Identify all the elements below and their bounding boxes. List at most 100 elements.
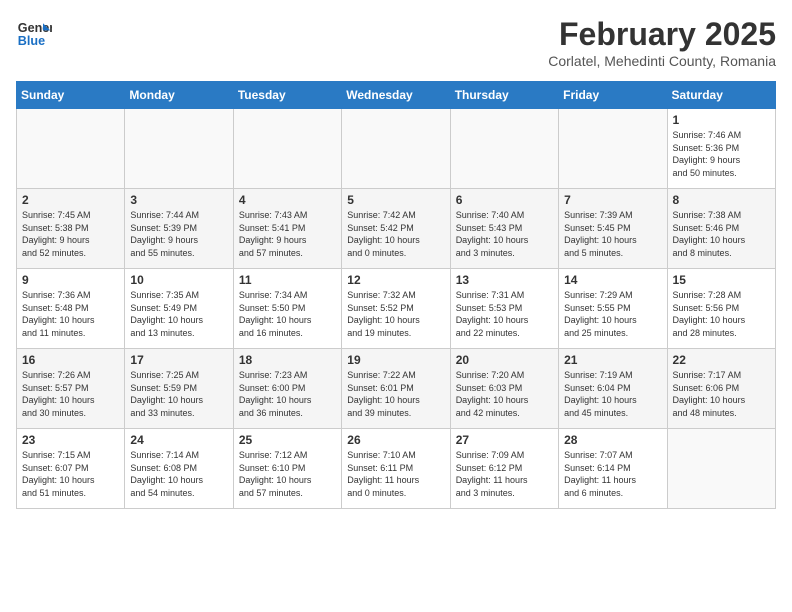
day-number: 12 xyxy=(347,273,444,287)
weekday-header: Saturday xyxy=(667,82,775,109)
day-info: Sunrise: 7:10 AM Sunset: 6:11 PM Dayligh… xyxy=(347,449,444,499)
weekday-header: Monday xyxy=(125,82,233,109)
day-info: Sunrise: 7:23 AM Sunset: 6:00 PM Dayligh… xyxy=(239,369,336,419)
day-number: 11 xyxy=(239,273,336,287)
day-number: 28 xyxy=(564,433,661,447)
day-number: 24 xyxy=(130,433,227,447)
calendar-cell: 19 Sunrise: 7:22 AM Sunset: 6:01 PM Dayli… xyxy=(342,349,450,429)
day-number: 18 xyxy=(239,353,336,367)
calendar-cell: 23Sunrise: 7:15 AM Sunset: 6:07 PM Dayli… xyxy=(17,429,125,509)
calendar-cell: 6 Sunrise: 7:40 AM Sunset: 5:43 PM Daylig… xyxy=(450,189,558,269)
weekday-header: Wednesday xyxy=(342,82,450,109)
calendar-week-row: 1Sunrise: 7:46 AM Sunset: 5:36 PM Daylig… xyxy=(17,109,776,189)
day-number: 20 xyxy=(456,353,553,367)
svg-text:Blue: Blue xyxy=(18,34,45,48)
day-info: Sunrise: 7:12 AM Sunset: 6:10 PM Dayligh… xyxy=(239,449,336,499)
calendar-cell: 16 Sunrise: 7:26 AM Sunset: 5:57 PM Dayli… xyxy=(17,349,125,429)
calendar-week-row: 9 Sunrise: 7:36 AM Sunset: 5:48 PM Daylig… xyxy=(17,269,776,349)
day-info: Sunrise: 7:35 AM Sunset: 5:49 PM Dayligh… xyxy=(130,289,227,339)
calendar-cell xyxy=(559,109,667,189)
day-info: Sunrise: 7:39 AM Sunset: 5:45 PM Dayligh… xyxy=(564,209,661,259)
location-subtitle: Corlatel, Mehedinti County, Romania xyxy=(548,53,776,69)
calendar-week-row: 23Sunrise: 7:15 AM Sunset: 6:07 PM Dayli… xyxy=(17,429,776,509)
calendar-cell xyxy=(233,109,341,189)
day-number: 25 xyxy=(239,433,336,447)
day-number: 5 xyxy=(347,193,444,207)
title-block: February 2025 Corlatel, Mehedinti County… xyxy=(548,16,776,69)
page-header: General Blue February 2025 Corlatel, Meh… xyxy=(16,16,776,69)
calendar-cell: 1Sunrise: 7:46 AM Sunset: 5:36 PM Daylig… xyxy=(667,109,775,189)
day-info: Sunrise: 7:32 AM Sunset: 5:52 PM Dayligh… xyxy=(347,289,444,339)
day-info: Sunrise: 7:42 AM Sunset: 5:42 PM Dayligh… xyxy=(347,209,444,259)
calendar-cell xyxy=(342,109,450,189)
day-number: 23 xyxy=(22,433,119,447)
day-info: Sunrise: 7:09 AM Sunset: 6:12 PM Dayligh… xyxy=(456,449,553,499)
day-number: 15 xyxy=(673,273,770,287)
day-number: 3 xyxy=(130,193,227,207)
calendar-cell: 26 Sunrise: 7:10 AM Sunset: 6:11 PM Dayli… xyxy=(342,429,450,509)
day-info: Sunrise: 7:25 AM Sunset: 5:59 PM Dayligh… xyxy=(130,369,227,419)
weekday-header: Tuesday xyxy=(233,82,341,109)
day-number: 26 xyxy=(347,433,444,447)
day-info: Sunrise: 7:07 AM Sunset: 6:14 PM Dayligh… xyxy=(564,449,661,499)
calendar-cell xyxy=(125,109,233,189)
calendar-cell: 17 Sunrise: 7:25 AM Sunset: 5:59 PM Dayli… xyxy=(125,349,233,429)
calendar-cell: 15 Sunrise: 7:28 AM Sunset: 5:56 PM Dayli… xyxy=(667,269,775,349)
day-number: 6 xyxy=(456,193,553,207)
day-info: Sunrise: 7:20 AM Sunset: 6:03 PM Dayligh… xyxy=(456,369,553,419)
calendar-cell: 3 Sunrise: 7:44 AM Sunset: 5:39 PM Daylig… xyxy=(125,189,233,269)
calendar-cell: 11 Sunrise: 7:34 AM Sunset: 5:50 PM Dayli… xyxy=(233,269,341,349)
logo: General Blue xyxy=(16,16,52,52)
calendar-cell: 14 Sunrise: 7:29 AM Sunset: 5:55 PM Dayli… xyxy=(559,269,667,349)
day-info: Sunrise: 7:22 AM Sunset: 6:01 PM Dayligh… xyxy=(347,369,444,419)
day-number: 19 xyxy=(347,353,444,367)
day-number: 16 xyxy=(22,353,119,367)
calendar-cell: 13 Sunrise: 7:31 AM Sunset: 5:53 PM Dayli… xyxy=(450,269,558,349)
day-info: Sunrise: 7:19 AM Sunset: 6:04 PM Dayligh… xyxy=(564,369,661,419)
calendar-week-row: 2Sunrise: 7:45 AM Sunset: 5:38 PM Daylig… xyxy=(17,189,776,269)
calendar-cell xyxy=(667,429,775,509)
day-number: 9 xyxy=(22,273,119,287)
day-info: Sunrise: 7:29 AM Sunset: 5:55 PM Dayligh… xyxy=(564,289,661,339)
day-number: 7 xyxy=(564,193,661,207)
calendar-cell: 12 Sunrise: 7:32 AM Sunset: 5:52 PM Dayli… xyxy=(342,269,450,349)
day-info: Sunrise: 7:38 AM Sunset: 5:46 PM Dayligh… xyxy=(673,209,770,259)
day-number: 13 xyxy=(456,273,553,287)
day-info: Sunrise: 7:34 AM Sunset: 5:50 PM Dayligh… xyxy=(239,289,336,339)
day-number: 4 xyxy=(239,193,336,207)
month-title: February 2025 xyxy=(548,16,776,53)
weekday-header: Sunday xyxy=(17,82,125,109)
weekday-header: Friday xyxy=(559,82,667,109)
calendar-cell xyxy=(450,109,558,189)
day-number: 17 xyxy=(130,353,227,367)
day-number: 22 xyxy=(673,353,770,367)
calendar-cell: 4Sunrise: 7:43 AM Sunset: 5:41 PM Daylig… xyxy=(233,189,341,269)
calendar-cell: 28 Sunrise: 7:07 AM Sunset: 6:14 PM Dayli… xyxy=(559,429,667,509)
calendar-cell: 25 Sunrise: 7:12 AM Sunset: 6:10 PM Dayli… xyxy=(233,429,341,509)
calendar-cell xyxy=(17,109,125,189)
day-info: Sunrise: 7:17 AM Sunset: 6:06 PM Dayligh… xyxy=(673,369,770,419)
day-number: 27 xyxy=(456,433,553,447)
weekday-header: Thursday xyxy=(450,82,558,109)
calendar-cell: 5 Sunrise: 7:42 AM Sunset: 5:42 PM Daylig… xyxy=(342,189,450,269)
day-info: Sunrise: 7:31 AM Sunset: 5:53 PM Dayligh… xyxy=(456,289,553,339)
calendar-cell: 18 Sunrise: 7:23 AM Sunset: 6:00 PM Dayli… xyxy=(233,349,341,429)
day-info: Sunrise: 7:36 AM Sunset: 5:48 PM Dayligh… xyxy=(22,289,119,339)
weekday-header-row: SundayMondayTuesdayWednesdayThursdayFrid… xyxy=(17,82,776,109)
calendar-cell: 22 Sunrise: 7:17 AM Sunset: 6:06 PM Dayli… xyxy=(667,349,775,429)
calendar-cell: 9 Sunrise: 7:36 AM Sunset: 5:48 PM Daylig… xyxy=(17,269,125,349)
calendar-cell: 8 Sunrise: 7:38 AM Sunset: 5:46 PM Daylig… xyxy=(667,189,775,269)
day-info: Sunrise: 7:44 AM Sunset: 5:39 PM Dayligh… xyxy=(130,209,227,259)
logo-icon: General Blue xyxy=(16,16,52,52)
day-info: Sunrise: 7:40 AM Sunset: 5:43 PM Dayligh… xyxy=(456,209,553,259)
day-number: 2 xyxy=(22,193,119,207)
day-info: Sunrise: 7:28 AM Sunset: 5:56 PM Dayligh… xyxy=(673,289,770,339)
calendar-cell: 7 Sunrise: 7:39 AM Sunset: 5:45 PM Daylig… xyxy=(559,189,667,269)
day-number: 8 xyxy=(673,193,770,207)
day-number: 21 xyxy=(564,353,661,367)
day-number: 14 xyxy=(564,273,661,287)
day-info: Sunrise: 7:26 AM Sunset: 5:57 PM Dayligh… xyxy=(22,369,119,419)
calendar-week-row: 16 Sunrise: 7:26 AM Sunset: 5:57 PM Dayli… xyxy=(17,349,776,429)
calendar-cell: 24Sunrise: 7:14 AM Sunset: 6:08 PM Dayli… xyxy=(125,429,233,509)
calendar-cell: 2Sunrise: 7:45 AM Sunset: 5:38 PM Daylig… xyxy=(17,189,125,269)
